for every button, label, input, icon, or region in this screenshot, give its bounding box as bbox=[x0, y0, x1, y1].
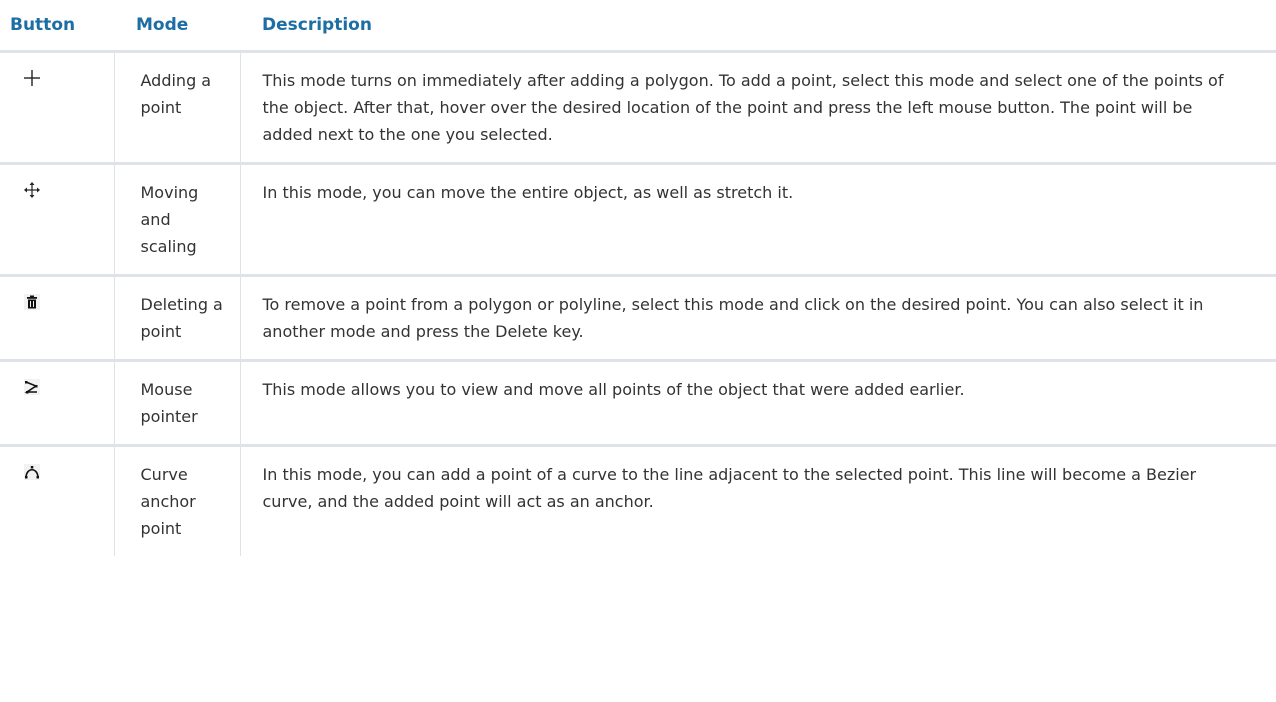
description-cell: To remove a point from a polygon or poly… bbox=[240, 275, 1276, 362]
plus-icon[interactable] bbox=[23, 69, 41, 87]
button-cell bbox=[0, 360, 115, 447]
mode-cell: Curve anchor point bbox=[114, 445, 241, 556]
polyline-pointer-icon[interactable] bbox=[23, 378, 41, 396]
header-mode: Mode bbox=[114, 0, 240, 53]
header-description: Description bbox=[240, 0, 1276, 53]
description-cell: This mode turns on immediately after add… bbox=[240, 51, 1276, 165]
mode-cell: Adding a point bbox=[114, 51, 241, 165]
move-arrows-icon[interactable] bbox=[23, 181, 41, 199]
description-cell: In this mode, you can move the entire ob… bbox=[240, 163, 1276, 277]
button-cell bbox=[0, 51, 115, 165]
mode-cell: Deleting a point bbox=[114, 275, 241, 362]
button-cell bbox=[0, 163, 115, 277]
table-row: Mouse pointer This mode allows you to vi… bbox=[0, 360, 1276, 447]
table-row: Adding a point This mode turns on immedi… bbox=[0, 51, 1276, 165]
table-row: Deleting a point To remove a point from … bbox=[0, 275, 1276, 362]
button-cell bbox=[0, 275, 115, 362]
description-cell: This mode allows you to view and move al… bbox=[240, 360, 1276, 447]
table-row: Moving and scaling In this mode, you can… bbox=[0, 163, 1276, 277]
table-row: Curve anchor point In this mode, you can… bbox=[0, 445, 1276, 556]
curve-anchor-icon[interactable] bbox=[23, 463, 41, 481]
description-cell: In this mode, you can add a point of a c… bbox=[262, 465, 1197, 511]
table-header-row: Button Mode Description bbox=[0, 0, 1276, 53]
button-cell bbox=[0, 445, 115, 556]
header-button: Button bbox=[0, 0, 114, 53]
mode-cell: Mouse pointer bbox=[114, 360, 241, 447]
modes-table: Button Mode Description Adding a point T… bbox=[0, 0, 1276, 556]
mode-cell: Moving and scaling bbox=[114, 163, 241, 277]
trash-icon[interactable] bbox=[23, 293, 41, 311]
